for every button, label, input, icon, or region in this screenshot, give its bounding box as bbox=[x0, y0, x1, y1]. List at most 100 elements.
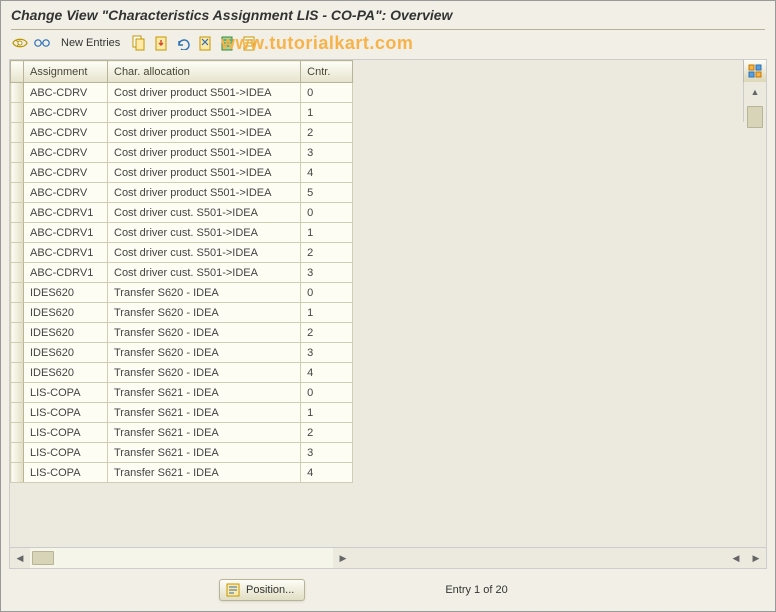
hscroll-left-icon[interactable]: ◀ bbox=[10, 548, 30, 568]
cell-allocation[interactable]: Cost driver cust. S501->IDEA bbox=[108, 243, 301, 263]
cell-allocation[interactable]: Transfer S620 - IDEA bbox=[108, 363, 301, 383]
new-entries-button[interactable]: New Entries bbox=[61, 37, 120, 49]
cell-cntr[interactable]: 3 bbox=[301, 263, 353, 283]
cell-assignment[interactable]: IDES620 bbox=[24, 363, 108, 383]
cell-cntr[interactable]: 0 bbox=[301, 203, 353, 223]
copy-icon[interactable] bbox=[130, 34, 148, 52]
row-selector[interactable] bbox=[11, 183, 24, 203]
table-row[interactable]: IDES620Transfer S620 - IDEA3 bbox=[11, 343, 353, 363]
cell-assignment[interactable]: ABC-CDRV1 bbox=[24, 203, 108, 223]
cell-cntr[interactable]: 4 bbox=[301, 163, 353, 183]
cell-allocation[interactable]: Cost driver product S501->IDEA bbox=[108, 163, 301, 183]
hscroll-track-left[interactable] bbox=[30, 548, 333, 568]
row-selector[interactable] bbox=[11, 243, 24, 263]
table-row[interactable]: ABC-CDRVCost driver product S501->IDEA3 bbox=[11, 143, 353, 163]
cell-allocation[interactable]: Transfer S620 - IDEA bbox=[108, 323, 301, 343]
cell-cntr[interactable]: 4 bbox=[301, 463, 353, 483]
table-config-icon[interactable] bbox=[743, 60, 766, 82]
col-assignment[interactable]: Assignment bbox=[24, 61, 108, 83]
row-selector[interactable] bbox=[11, 203, 24, 223]
toggle-icon[interactable] bbox=[11, 34, 29, 52]
glasses-icon[interactable] bbox=[33, 34, 51, 52]
scroll-up-icon[interactable]: ▲ bbox=[744, 82, 766, 102]
row-selector[interactable] bbox=[11, 263, 24, 283]
horizontal-scrollbar-right[interactable]: ◀ ▶ bbox=[686, 548, 766, 568]
cell-cntr[interactable]: 2 bbox=[301, 243, 353, 263]
select-all-icon[interactable] bbox=[218, 34, 236, 52]
cell-cntr[interactable]: 0 bbox=[301, 383, 353, 403]
row-selector[interactable] bbox=[11, 283, 24, 303]
cell-assignment[interactable]: IDES620 bbox=[24, 303, 108, 323]
cell-assignment[interactable]: IDES620 bbox=[24, 283, 108, 303]
table-row[interactable]: ABC-CDRV1Cost driver cust. S501->IDEA1 bbox=[11, 223, 353, 243]
row-selector[interactable] bbox=[11, 163, 24, 183]
row-selector[interactable] bbox=[11, 223, 24, 243]
cell-allocation[interactable]: Transfer S621 - IDEA bbox=[108, 403, 301, 423]
cell-assignment[interactable]: ABC-CDRV bbox=[24, 103, 108, 123]
cell-cntr[interactable]: 0 bbox=[301, 283, 353, 303]
scroll-thumb[interactable] bbox=[747, 106, 763, 128]
table-row[interactable]: LIS-COPATransfer S621 - IDEA1 bbox=[11, 403, 353, 423]
table-row[interactable]: ABC-CDRVCost driver product S501->IDEA0 bbox=[11, 83, 353, 103]
cell-cntr[interactable]: 1 bbox=[301, 303, 353, 323]
cell-allocation[interactable]: Transfer S620 - IDEA bbox=[108, 283, 301, 303]
table-row[interactable]: LIS-COPATransfer S621 - IDEA2 bbox=[11, 423, 353, 443]
row-selector[interactable] bbox=[11, 103, 24, 123]
deselect-all-icon[interactable] bbox=[240, 34, 258, 52]
clipboard-arrow-icon[interactable] bbox=[152, 34, 170, 52]
vertical-scrollbar[interactable]: ▲ ▼ bbox=[743, 82, 766, 122]
cell-allocation[interactable]: Cost driver product S501->IDEA bbox=[108, 183, 301, 203]
cell-allocation[interactable]: Transfer S621 - IDEA bbox=[108, 443, 301, 463]
table-row[interactable]: LIS-COPATransfer S621 - IDEA0 bbox=[11, 383, 353, 403]
hscroll-right-icon[interactable]: ▶ bbox=[333, 548, 353, 568]
row-selector[interactable] bbox=[11, 123, 24, 143]
col-allocation[interactable]: Char. allocation bbox=[108, 61, 301, 83]
cell-assignment[interactable]: LIS-COPA bbox=[24, 443, 108, 463]
cell-assignment[interactable]: ABC-CDRV1 bbox=[24, 243, 108, 263]
table-row[interactable]: IDES620Transfer S620 - IDEA4 bbox=[11, 363, 353, 383]
cell-assignment[interactable]: ABC-CDRV bbox=[24, 163, 108, 183]
cell-allocation[interactable]: Cost driver product S501->IDEA bbox=[108, 103, 301, 123]
cell-assignment[interactable]: ABC-CDRV1 bbox=[24, 223, 108, 243]
cell-cntr[interactable]: 1 bbox=[301, 103, 353, 123]
table-row[interactable]: LIS-COPATransfer S621 - IDEA3 bbox=[11, 443, 353, 463]
hscroll-left2-icon[interactable]: ◀ bbox=[726, 548, 746, 568]
cell-cntr[interactable]: 0 bbox=[301, 83, 353, 103]
cell-assignment[interactable]: ABC-CDRV bbox=[24, 183, 108, 203]
cell-allocation[interactable]: Transfer S621 - IDEA bbox=[108, 463, 301, 483]
undo-icon[interactable] bbox=[174, 34, 192, 52]
row-selector[interactable] bbox=[11, 303, 24, 323]
cell-allocation[interactable]: Cost driver product S501->IDEA bbox=[108, 123, 301, 143]
row-selector[interactable] bbox=[11, 443, 24, 463]
cell-assignment[interactable]: ABC-CDRV bbox=[24, 123, 108, 143]
cell-allocation[interactable]: Transfer S621 - IDEA bbox=[108, 383, 301, 403]
table-row[interactable]: ABC-CDRVCost driver product S501->IDEA5 bbox=[11, 183, 353, 203]
cell-cntr[interactable]: 2 bbox=[301, 323, 353, 343]
cell-assignment[interactable]: ABC-CDRV1 bbox=[24, 263, 108, 283]
col-cntr[interactable]: Cntr. bbox=[301, 61, 353, 83]
cell-allocation[interactable]: Cost driver product S501->IDEA bbox=[108, 143, 301, 163]
cell-cntr[interactable]: 2 bbox=[301, 423, 353, 443]
cell-cntr[interactable]: 4 bbox=[301, 363, 353, 383]
table-row[interactable]: ABC-CDRV1Cost driver cust. S501->IDEA0 bbox=[11, 203, 353, 223]
cell-assignment[interactable]: LIS-COPA bbox=[24, 403, 108, 423]
table-row[interactable]: LIS-COPATransfer S621 - IDEA4 bbox=[11, 463, 353, 483]
table-row[interactable]: IDES620Transfer S620 - IDEA2 bbox=[11, 323, 353, 343]
row-selector[interactable] bbox=[11, 83, 24, 103]
table-row[interactable]: ABC-CDRV1Cost driver cust. S501->IDEA2 bbox=[11, 243, 353, 263]
cell-allocation[interactable]: Transfer S620 - IDEA bbox=[108, 303, 301, 323]
table-row[interactable]: IDES620Transfer S620 - IDEA1 bbox=[11, 303, 353, 323]
row-selector[interactable] bbox=[11, 143, 24, 163]
hscroll-right2-icon[interactable]: ▶ bbox=[746, 548, 766, 568]
table-row[interactable]: ABC-CDRV1Cost driver cust. S501->IDEA3 bbox=[11, 263, 353, 283]
cell-cntr[interactable]: 3 bbox=[301, 343, 353, 363]
row-selector[interactable] bbox=[11, 343, 24, 363]
cell-assignment[interactable]: ABC-CDRV bbox=[24, 83, 108, 103]
table-row[interactable]: ABC-CDRVCost driver product S501->IDEA4 bbox=[11, 163, 353, 183]
table-row[interactable]: ABC-CDRVCost driver product S501->IDEA1 bbox=[11, 103, 353, 123]
cell-allocation[interactable]: Cost driver cust. S501->IDEA bbox=[108, 223, 301, 243]
cell-cntr[interactable]: 1 bbox=[301, 223, 353, 243]
row-selector[interactable] bbox=[11, 363, 24, 383]
row-selector[interactable] bbox=[11, 323, 24, 343]
cell-assignment[interactable]: IDES620 bbox=[24, 323, 108, 343]
